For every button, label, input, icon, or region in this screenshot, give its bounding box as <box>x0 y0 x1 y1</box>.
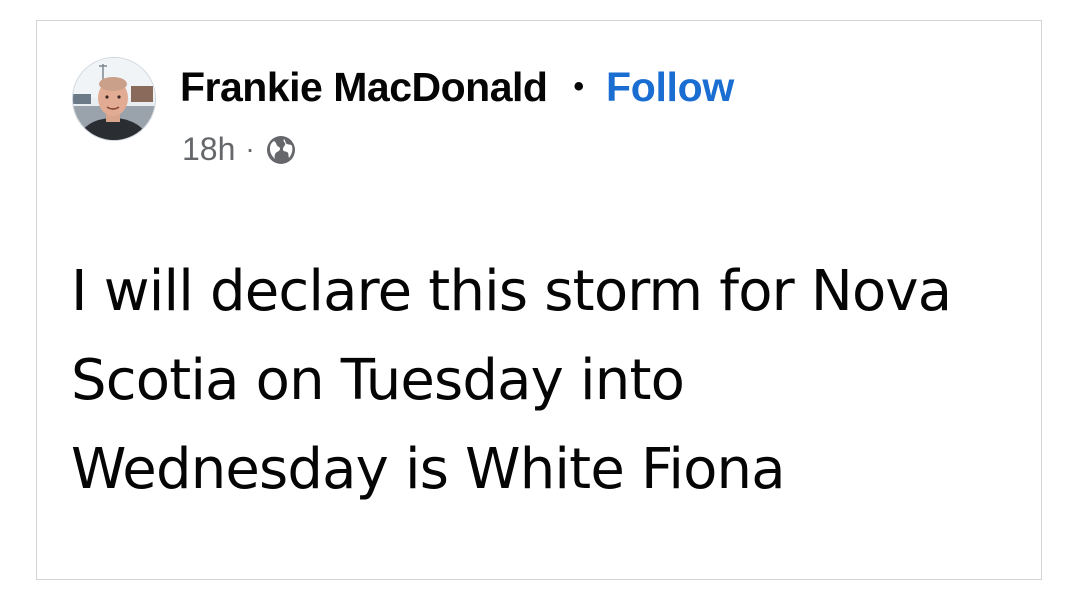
post-card: Frankie MacDonald • Follow 18h · I will … <box>36 20 1042 580</box>
follow-button[interactable]: Follow <box>606 64 734 111</box>
post-timestamp[interactable]: 18h <box>182 131 235 168</box>
post-body-text: I will declare this storm for Nova Scoti… <box>71 259 952 502</box>
author-row: Frankie MacDonald • Follow <box>180 59 734 115</box>
author-avatar[interactable] <box>72 57 156 141</box>
author-name[interactable]: Frankie MacDonald <box>180 64 548 111</box>
post-meta: 18h · <box>182 127 297 171</box>
globe-icon[interactable] <box>265 134 297 166</box>
meta-separator: · <box>245 133 255 164</box>
bullet-separator: • <box>573 70 584 103</box>
avatar-photo <box>73 58 155 140</box>
